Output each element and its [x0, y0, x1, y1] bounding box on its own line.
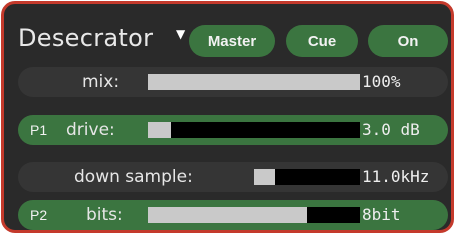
- mix-row: mix: 100%: [18, 67, 448, 97]
- drive-value: 3.0 dB: [362, 120, 420, 139]
- plugin-menu-arrow-icon[interactable]: ▼: [176, 28, 185, 40]
- drive-param-tag: P1: [30, 122, 48, 138]
- bits-slider-fill: [148, 207, 307, 223]
- plugin-title[interactable]: Desecrator: [18, 26, 153, 50]
- drive-label: drive:: [66, 120, 115, 140]
- mix-value: 100%: [362, 72, 401, 91]
- bits-label: bits:: [86, 205, 123, 225]
- master-button[interactable]: Master: [189, 25, 275, 57]
- down-sample-slider-fill: [254, 169, 276, 185]
- drive-slider[interactable]: [148, 122, 360, 138]
- bits-row: P2 bits: 8bit: [18, 200, 448, 230]
- cue-button[interactable]: Cue: [286, 25, 358, 57]
- down-sample-value: 11.0kHz: [362, 167, 430, 186]
- on-button[interactable]: On: [368, 25, 448, 57]
- down-sample-row: down sample: 11.0kHz: [18, 162, 448, 192]
- bits-slider[interactable]: [148, 207, 360, 223]
- down-sample-label: down sample:: [74, 167, 193, 187]
- drive-row: P1 drive: 3.0 dB: [18, 115, 448, 145]
- mix-slider[interactable]: [148, 74, 360, 90]
- mix-slider-fill: [148, 74, 360, 90]
- down-sample-slider[interactable]: [254, 169, 360, 185]
- drive-slider-fill: [148, 122, 172, 138]
- plugin-panel: Desecrator ▼ Master Cue On mix: 100% P1 …: [1, 1, 454, 233]
- bits-value: 8bit: [362, 205, 401, 224]
- mix-label: mix:: [82, 72, 120, 92]
- bits-param-tag: P2: [30, 207, 48, 223]
